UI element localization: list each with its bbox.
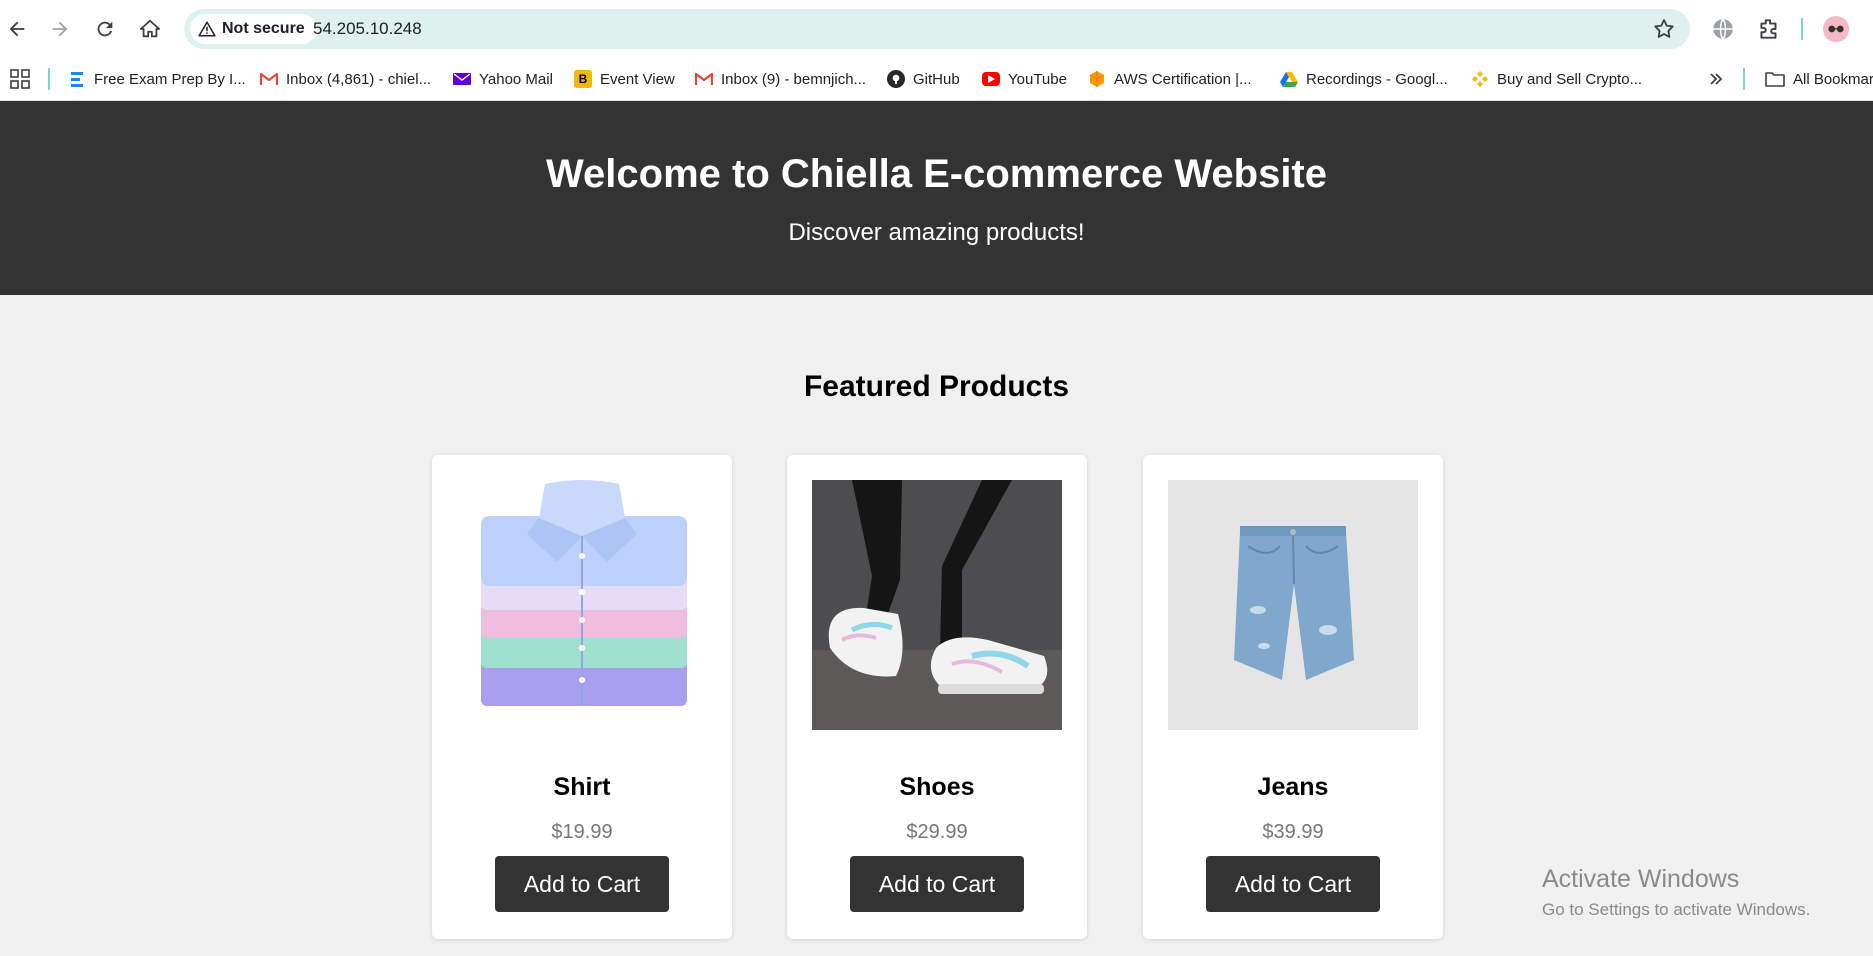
gmail-icon	[260, 70, 278, 88]
windows-activation-watermark: Activate Windows Go to Settings to activ…	[1542, 865, 1810, 920]
toolbar-divider	[1801, 18, 1803, 40]
binance-icon	[1471, 70, 1489, 88]
browser-toolbar: Not secure 54.205.10.248	[0, 0, 1873, 58]
product-image-shirt[interactable]	[457, 480, 707, 730]
bookmarks-divider	[48, 68, 50, 90]
warning-icon	[198, 21, 216, 37]
site-tagline: Discover amazing products!	[788, 219, 1085, 246]
avatar-glasses-icon	[1828, 25, 1844, 33]
product-name: Shoes	[899, 773, 975, 801]
site-header: Welcome to Chiella E-commerce Website Di…	[0, 101, 1873, 295]
bookmark-github[interactable]: GitHub	[887, 68, 960, 90]
youtube-icon	[982, 72, 1000, 86]
all-bookmarks-folder[interactable]: All Bookmarks	[1765, 68, 1873, 90]
bookmarks-divider-right	[1743, 68, 1745, 90]
chevron-double-right-icon[interactable]	[1708, 71, 1724, 87]
yahoo-mail-icon	[453, 70, 471, 88]
gmail-icon	[695, 70, 713, 88]
product-card-shoes: Shoes $29.99 Add to Cart	[787, 455, 1087, 939]
folder-icon	[1765, 72, 1785, 87]
reload-button[interactable]	[88, 12, 122, 46]
product-image-shoes[interactable]	[812, 480, 1062, 730]
bookmark-recordings-drive[interactable]: Recordings - Googl...	[1280, 68, 1448, 90]
product-card-jeans: Jeans $39.99 Add to Cart	[1143, 455, 1443, 939]
add-to-cart-button-shirt[interactable]: Add to Cart	[495, 856, 669, 912]
bookmark-crypto-exchange[interactable]: Buy and Sell Crypto...	[1471, 68, 1642, 90]
arrow-right-icon	[52, 21, 68, 37]
bookmark-free-exam-prep[interactable]: Free Exam Prep By I...	[68, 68, 246, 90]
bookmark-gmail-inbox-2[interactable]: Inbox (9) - bemnjich...	[695, 68, 866, 90]
arrow-left-icon	[9, 21, 25, 37]
product-card-shirt: Shirt $19.99 Add to Cart	[432, 455, 732, 939]
bookmark-aws-certification[interactable]: AWS Certification |...	[1088, 68, 1252, 90]
extensions-icon[interactable]	[1756, 16, 1782, 42]
security-label: Not secure	[222, 20, 305, 37]
product-price: $29.99	[906, 821, 968, 843]
add-to-cart-button-shoes[interactable]: Add to Cart	[850, 856, 1024, 912]
featured-products-title: Featured Products	[803, 370, 1070, 403]
product-name: Jeans	[1257, 773, 1329, 801]
bookmark-gmail-inbox-1[interactable]: Inbox (4,861) - chiel...	[260, 68, 431, 90]
google-drive-icon	[1280, 70, 1298, 88]
event-view-icon: B	[574, 70, 592, 88]
bookmark-youtube[interactable]: YouTube	[982, 68, 1067, 90]
bookmark-star-icon[interactable]	[1652, 17, 1676, 41]
watermark-subtitle: Go to Settings to activate Windows.	[1542, 900, 1811, 919]
watermark-title: Activate Windows	[1542, 865, 1740, 893]
product-price: $19.99	[551, 821, 613, 843]
bookmark-event-view[interactable]: B Event View	[574, 68, 675, 90]
add-to-cart-button-jeans[interactable]: Add to Cart	[1206, 856, 1380, 912]
profile-avatar[interactable]	[1823, 16, 1849, 42]
github-icon	[887, 70, 905, 88]
address-bar[interactable]: Not secure 54.205.10.248	[184, 9, 1690, 49]
reload-icon	[97, 21, 113, 37]
product-name: Shirt	[553, 773, 611, 801]
home-icon	[139, 19, 161, 38]
product-price: $39.99	[1262, 821, 1324, 843]
product-image-jeans[interactable]	[1168, 480, 1418, 730]
apps-grid-icon[interactable]	[10, 69, 30, 89]
bookmark-yahoo-mail[interactable]: Yahoo Mail	[453, 68, 553, 90]
bookmarks-bar: Free Exam Prep By I... Inbox (4,861) - c…	[0, 58, 1873, 101]
site-title: Welcome to Chiella E-commerce Website	[546, 152, 1327, 196]
home-button[interactable]	[133, 12, 167, 46]
url-text[interactable]: 54.205.10.248	[313, 19, 422, 39]
translate-globe-icon[interactable]	[1710, 16, 1736, 42]
exam-prep-icon	[68, 70, 86, 88]
back-button[interactable]	[0, 12, 34, 46]
aws-icon	[1088, 70, 1106, 88]
forward-button[interactable]	[43, 12, 77, 46]
security-indicator[interactable]: Not secure	[190, 14, 317, 44]
